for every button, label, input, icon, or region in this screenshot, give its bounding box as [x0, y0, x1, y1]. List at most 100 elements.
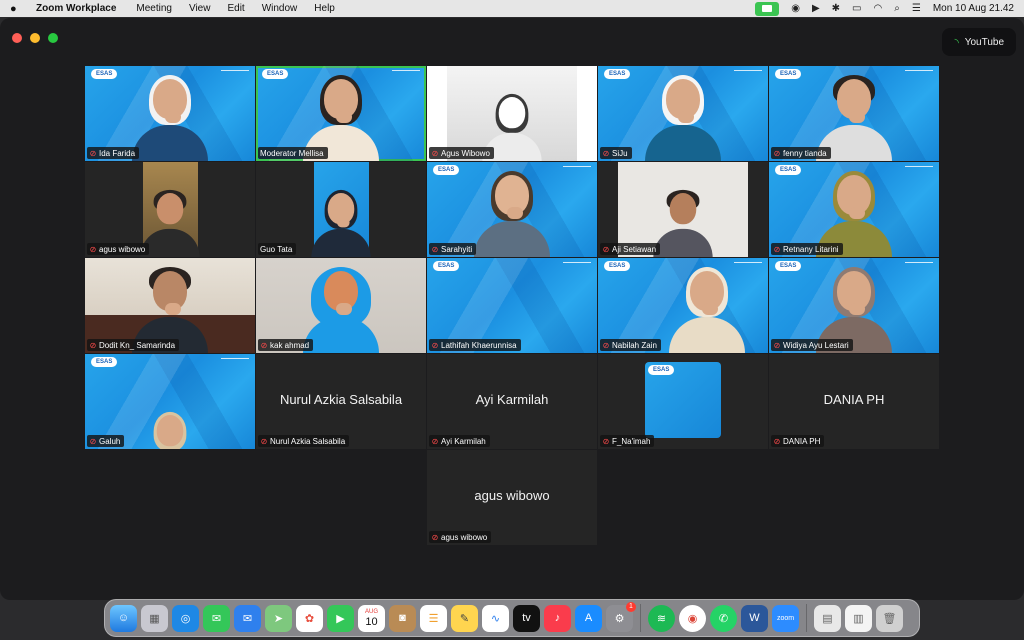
video-tile[interactable]: ESAS ⊘ Nabilah Zain	[598, 258, 768, 353]
esas-logo: ESAS	[775, 165, 802, 175]
dock-separator	[806, 604, 807, 632]
video-tile[interactable]: ⊘ Aji Setiawan	[598, 162, 768, 257]
contacts-icon[interactable]: ◙	[389, 604, 416, 632]
system-settings-icon[interactable]: ⚙ 1	[606, 601, 636, 632]
freeform-icon[interactable]: ∿	[482, 604, 509, 632]
wifi-icon[interactable]: ◠	[874, 3, 883, 14]
finder-icon[interactable]: ☺	[110, 604, 137, 632]
menu-datetime[interactable]: Mon 10 Aug 21.42	[933, 3, 1014, 14]
participant-display-name: Nurul Azkia Salsabila	[279, 392, 403, 407]
mic-muted-icon: ⊘	[773, 244, 781, 254]
mic-muted-icon: ⊘	[89, 340, 97, 350]
media-play-icon[interactable]: ▶	[812, 3, 820, 14]
video-tile-camera-off[interactable]: DANIA PH ⊘ DANIA PH	[769, 354, 939, 449]
video-tile[interactable]: Guo Tata	[256, 162, 426, 257]
mic-muted-icon: ⊘	[602, 340, 610, 350]
whatsapp-icon[interactable]: ✆	[710, 604, 737, 632]
video-tile[interactable]: ESAS ⊘ Galuh	[85, 354, 255, 449]
video-tile-camera-off[interactable]: Ayi Karmilah ⊘ Ayi Karmilah	[427, 354, 597, 449]
mic-muted-icon: ⊘	[602, 148, 610, 158]
dock-separator	[640, 604, 641, 632]
mic-muted-icon: ⊘	[260, 340, 268, 350]
participant-name-tag: ⊘ Ayi Karmilah	[429, 435, 490, 447]
mic-muted-icon: ⊘	[602, 436, 610, 446]
video-tile[interactable]: ESAS ⊘ fenny tianda	[769, 66, 939, 161]
partner-logo	[905, 166, 933, 172]
menu-app-name[interactable]: Zoom Workplace	[36, 3, 116, 14]
video-tile[interactable]: ⊘ Agus Wibowo	[427, 66, 597, 161]
downloads-folder-icon[interactable]: ▤	[814, 604, 841, 632]
esas-logo: ESAS	[604, 261, 631, 271]
participant-name-tag: Moderator Mellisa	[258, 147, 328, 159]
esas-logo: ESAS	[433, 261, 460, 271]
video-tile[interactable]: ESAS ⊘ Ida Farida	[85, 66, 255, 161]
word-icon[interactable]: W	[741, 604, 768, 632]
minimize-window-button[interactable]	[30, 33, 40, 43]
participant-name-tag: ⊘ F_Na'imah	[600, 435, 655, 447]
safari-icon[interactable]: ◎	[172, 604, 199, 632]
video-tile[interactable]: ESAS ⊘ SiJu	[598, 66, 768, 161]
participant-name-tag: ⊘ Lathifah Khaerunnisa	[429, 339, 521, 351]
paw-icon[interactable]: ✱	[832, 3, 840, 14]
apple-tv-icon[interactable]: tv	[513, 604, 540, 632]
notes-icon[interactable]: ✎	[451, 604, 478, 632]
menu-view[interactable]: View	[189, 3, 211, 14]
mic-muted-icon: ⊘	[431, 436, 439, 446]
partner-logo	[734, 70, 762, 76]
video-tile[interactable]: ⊘ kak ahmad	[256, 258, 426, 353]
menu-edit[interactable]: Edit	[227, 3, 244, 14]
mic-muted-icon: ⊘	[773, 340, 781, 350]
facetime-icon[interactable]: ▶	[327, 604, 354, 632]
menu-help[interactable]: Help	[314, 3, 335, 14]
zoom-tray-icon[interactable]: ◉	[791, 3, 800, 14]
participant-display-name: Ayi Karmilah	[475, 392, 549, 407]
participant-name-tag: ⊘ Aji Setiawan	[600, 243, 661, 255]
control-center-icon[interactable]: ☰	[912, 3, 921, 14]
participant-name-tag: ⊘ kak ahmad	[258, 339, 314, 351]
video-tile[interactable]: ⊘ agus wibowo	[85, 162, 255, 257]
video-tile[interactable]: ESAS ⊘ Retnany Litarini	[769, 162, 939, 257]
chrome-icon[interactable]: ◉	[679, 604, 706, 632]
photos-icon[interactable]: ✿	[296, 604, 323, 632]
music-icon[interactable]: ♪	[544, 604, 571, 632]
youtube-livestream-indicator[interactable]: ◝ YouTube	[942, 28, 1016, 56]
partner-logo	[905, 70, 933, 76]
menu-meeting[interactable]: Meeting	[136, 3, 172, 14]
apple-menu-icon[interactable]: ●	[10, 3, 24, 15]
launchpad-icon[interactable]: ▦	[141, 604, 168, 632]
maps-icon[interactable]: ➤	[265, 604, 292, 632]
app-store-icon[interactable]: A	[575, 604, 602, 632]
dock: ☺ ▦ ◎ ✉ ✉ ➤ ✿ ▶ AUG 10 ◙ ☰ ✎ ∿ tv ♪ A ⚙ 1 …	[104, 599, 920, 637]
camera-in-use-icon[interactable]	[755, 1, 780, 16]
recent-document-icon[interactable]: ▥	[845, 604, 872, 632]
battery-icon[interactable]: ▭	[852, 3, 861, 14]
video-tile[interactable]: ESAS ⊘ Widiya Ayu Lestari	[769, 258, 939, 353]
menu-window[interactable]: Window	[262, 3, 298, 14]
zoom-app-icon[interactable]: zoom	[772, 604, 799, 632]
reminders-icon[interactable]: ☰	[420, 604, 447, 632]
mic-muted-icon: ⊘	[89, 244, 97, 254]
maximize-window-button[interactable]	[48, 33, 58, 43]
mic-muted-icon: ⊘	[602, 244, 610, 254]
video-tile-camera-off[interactable]: agus wibowo ⊘ agus wibowo	[427, 450, 597, 545]
partner-logo	[392, 70, 420, 76]
mic-muted-icon: ⊘	[431, 532, 439, 542]
video-tile[interactable]: ESAS ⊘ F_Na'imah	[598, 354, 768, 449]
mail-icon[interactable]: ✉	[234, 604, 261, 632]
video-tile[interactable]: ESAS ⊘ Lathifah Khaerunnisa	[427, 258, 597, 353]
partner-logo	[905, 262, 933, 268]
trash-icon[interactable]: 🗑	[876, 604, 903, 632]
video-tile[interactable]: ⊘ Dodit Kn_ Samarinda	[85, 258, 255, 353]
partner-logo	[563, 166, 591, 172]
messages-icon[interactable]: ✉	[203, 604, 230, 632]
video-tile[interactable]: ESAS ⊘ Sarahyiti	[427, 162, 597, 257]
calendar-icon[interactable]: AUG 10	[358, 604, 385, 632]
spotlight-search-icon[interactable]: ⌕	[894, 3, 900, 14]
livestream-signal-icon: ◝	[954, 36, 959, 49]
spotify-icon[interactable]: ≋	[648, 604, 675, 632]
participant-name-tag: ⊘ Ida Farida	[87, 147, 140, 159]
video-tile-camera-off[interactable]: Nurul Azkia Salsabila ⊘ Nurul Azkia Salsa…	[256, 354, 426, 449]
video-tile-active-speaker[interactable]: ESAS Moderator Mellisa	[256, 66, 426, 161]
participant-name-tag: ⊘ Galuh	[87, 435, 125, 447]
close-window-button[interactable]	[12, 33, 22, 43]
